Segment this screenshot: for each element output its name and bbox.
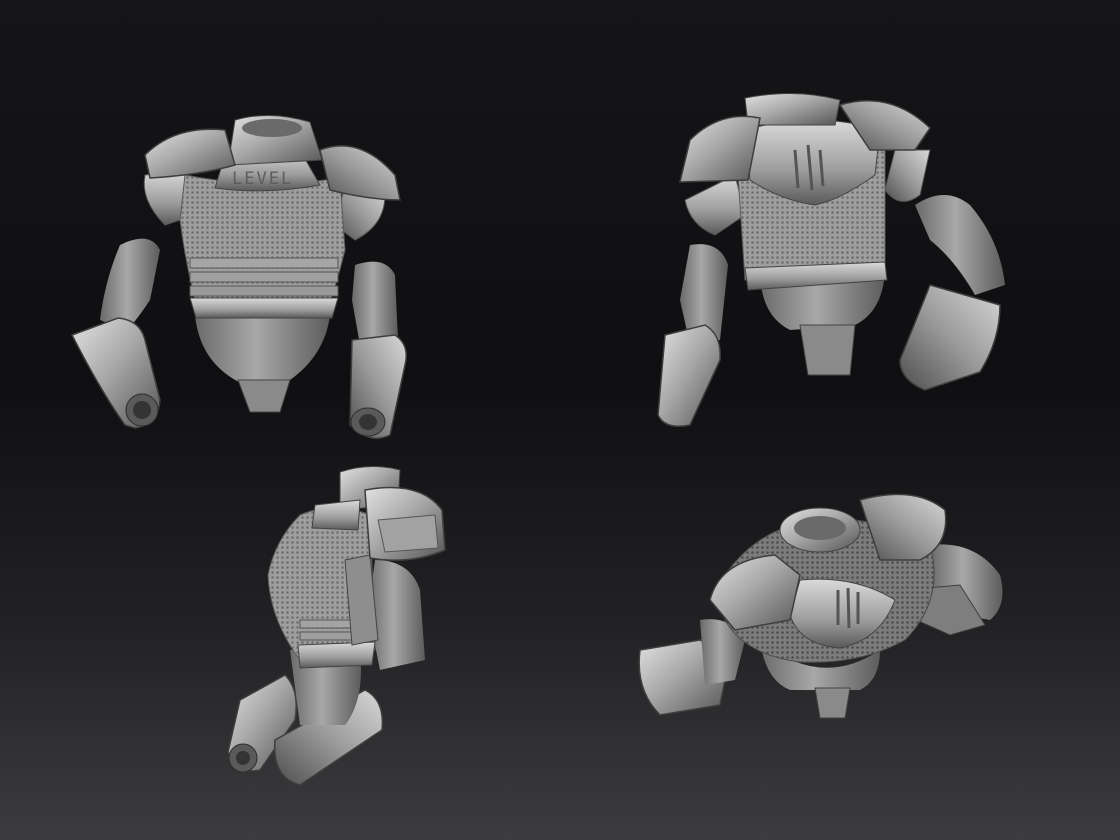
zbrush-viewport: LEVEL [0,0,1120,840]
sculpt-render: LEVEL [0,0,1120,840]
chest-engraving: LEVEL [232,169,293,189]
